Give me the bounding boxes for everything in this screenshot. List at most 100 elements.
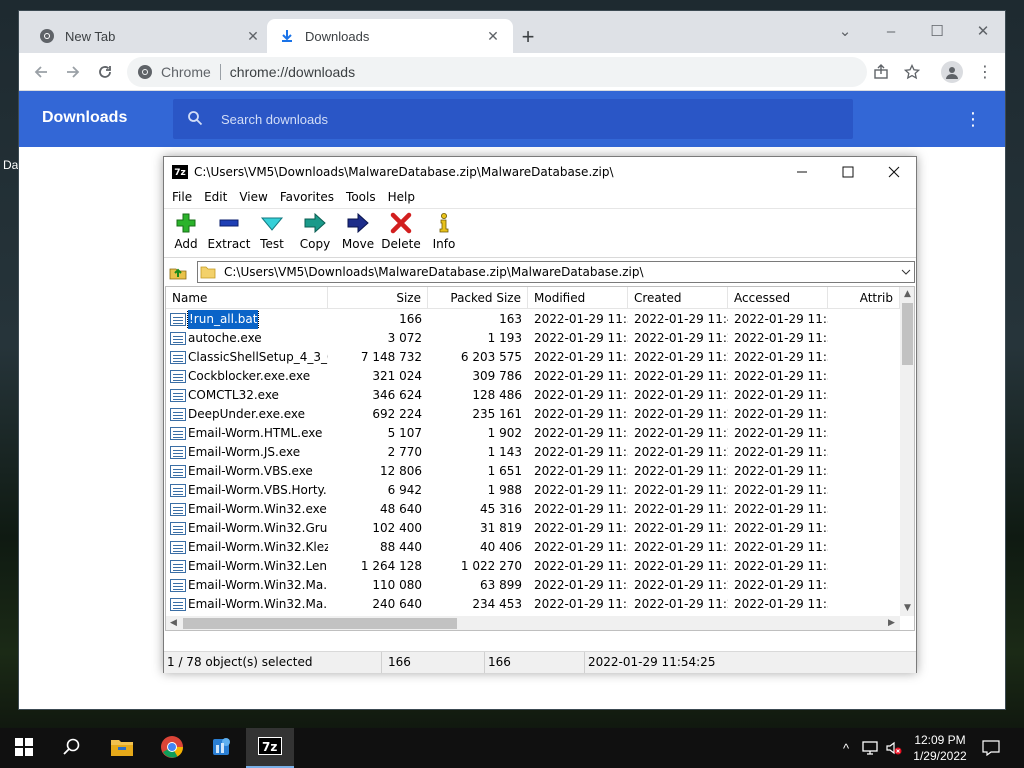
tray-chevron-icon[interactable]: ^ — [836, 738, 856, 758]
start-button[interactable] — [0, 728, 48, 768]
profile-avatar[interactable] — [940, 60, 964, 84]
cell-name[interactable]: Email-Worm.JS.exe — [166, 443, 328, 462]
column-created[interactable]: Created — [628, 287, 728, 309]
info-button[interactable]: Info — [422, 211, 466, 257]
file-row[interactable]: Email-Worm.Win32.Len... 1 264 128 1 022 27… — [166, 557, 900, 576]
file-row[interactable]: Cockblocker.exe.exe 321 024 309 786 2022-01… — [166, 367, 900, 386]
file-row[interactable]: COMCTL32.exe 346 624 128 486 2022-01-29 11:… — [166, 386, 900, 405]
bookmark-star-icon[interactable] — [900, 60, 924, 84]
folder-up-icon[interactable] — [168, 262, 188, 282]
cell-name[interactable]: Email-Worm.Win32.Ma... — [166, 576, 328, 595]
file-row[interactable]: Email-Worm.VBS.exe 12 806 1 651 2022-01-29 … — [166, 462, 900, 481]
status-bar: 1 / 78 object(s) selected 166 166 2022-0… — [164, 651, 916, 673]
file-row[interactable]: Email-Worm.HTML.exe 5 107 1 902 2022-01-29 … — [166, 424, 900, 443]
extract-button[interactable]: Extract — [207, 211, 251, 257]
notification-icon[interactable] — [980, 736, 1002, 760]
file-explorer[interactable] — [98, 728, 146, 768]
vertical-scrollbar[interactable]: ▲ ▼ — [900, 287, 914, 616]
scroll-right-icon[interactable]: ▶ — [884, 616, 899, 630]
move-button[interactable]: Move — [336, 211, 380, 257]
cell-name[interactable]: Email-Worm.VBS.Horty.... — [166, 481, 328, 500]
cell-name[interactable]: DeepUnder.exe.exe — [166, 405, 328, 424]
cell-name[interactable]: Email-Worm.Win32.Len... — [166, 557, 328, 576]
app-button[interactable] — [198, 728, 246, 768]
forward-arrow-icon[interactable] — [61, 60, 85, 84]
cell-name[interactable]: Email-Worm.Win32.exe — [166, 500, 328, 519]
cell-modified: 2022-01-29 11:54 — [534, 312, 628, 326]
menu-file[interactable]: File — [166, 190, 198, 204]
file-row[interactable]: ClassicShellSetup_4_3_0.... 7 148 732 6 20… — [166, 348, 900, 367]
scroll-thumb[interactable] — [183, 618, 457, 629]
maximize-button[interactable]: ☐ — [917, 17, 957, 45]
minimize-button[interactable]: – — [871, 17, 911, 45]
file-row[interactable]: Email-Worm.VBS.Horty.... 6 942 1 988 2022-0… — [166, 481, 900, 500]
chevron-down-icon[interactable] — [898, 267, 914, 278]
7zip-window: 7z C:\Users\VM5\Downloads\MalwareDatabas… — [163, 156, 917, 673]
cell-name[interactable]: Email-Worm.Win32.Ma... — [166, 595, 328, 614]
close-window-button[interactable] — [871, 157, 917, 187]
column-packed-size[interactable]: Packed Size — [428, 287, 528, 309]
add-button[interactable]: Add — [164, 211, 208, 257]
menu-tools[interactable]: Tools — [340, 190, 382, 204]
cell-name[interactable]: ClassicShellSetup_4_3_0.... — [166, 348, 328, 367]
file-row[interactable]: Email-Worm.Win32.Gru... 102 400 31 819 2022… — [166, 519, 900, 538]
column-name[interactable]: Name — [166, 287, 328, 309]
column-size[interactable]: Size — [328, 287, 428, 309]
file-row[interactable]: !run_all.bat 166 163 2022-01-29 11:54 2022-0… — [166, 310, 900, 329]
delete-button[interactable]: Delete — [379, 211, 423, 257]
address-bar[interactable]: Chrome chrome://downloads — [127, 57, 867, 87]
path-field[interactable]: C:\Users\VM5\Downloads\MalwareDatabase.z… — [197, 261, 915, 283]
reload-icon[interactable] — [93, 60, 117, 84]
menu-favorites[interactable]: Favorites — [274, 190, 340, 204]
desktop-icon-fragment[interactable]: Da — [0, 140, 18, 180]
file-row[interactable]: Email-Worm.Win32.exe 48 640 45 316 2022-01-… — [166, 500, 900, 519]
list-header: Name Size Packed Size Modified Created A… — [166, 287, 900, 309]
file-row[interactable]: DeepUnder.exe.exe 692 224 235 161 2022-01-2… — [166, 405, 900, 424]
cell-name[interactable]: !run_all.bat — [166, 310, 328, 329]
scroll-down-icon[interactable]: ▼ — [900, 601, 914, 616]
copy-button[interactable]: Copy — [293, 211, 337, 257]
tab-search-icon[interactable]: ⌄ — [825, 17, 865, 45]
file-row[interactable]: Email-Worm.Win32.Ma... 110 080 63 899 2022-… — [166, 576, 900, 595]
cell-name[interactable]: autoche.exe — [166, 329, 328, 348]
7zip-app[interactable]: 7z — [246, 728, 294, 768]
chrome-app[interactable] — [148, 728, 196, 768]
maximize-button[interactable] — [825, 157, 871, 187]
file-row[interactable]: Email-Worm.JS.exe 2 770 1 143 2022-01-29 11… — [166, 443, 900, 462]
horizontal-scrollbar[interactable]: ◀ ▶ — [166, 616, 900, 630]
column-accessed[interactable]: Accessed — [728, 287, 828, 309]
cell-name[interactable]: Cockblocker.exe.exe — [166, 367, 328, 386]
new-tab-button[interactable]: + — [517, 26, 539, 49]
test-button[interactable]: Test — [250, 211, 294, 257]
column-attrib[interactable]: Attrib — [828, 287, 900, 309]
search-downloads-field[interactable]: Search downloads — [173, 99, 853, 139]
cell-name[interactable]: Email-Worm.VBS.exe — [166, 462, 328, 481]
cell-name[interactable]: Email-Worm.Win32.Klez... — [166, 538, 328, 557]
cell-name[interactable]: Email-Worm.Win32.Gru... — [166, 519, 328, 538]
scroll-left-icon[interactable]: ◀ — [166, 616, 181, 630]
cell-name[interactable]: COMCTL32.exe — [166, 386, 328, 405]
system-clock[interactable]: 12:09 PM 1/29/2022 — [900, 732, 980, 764]
file-row[interactable]: autoche.exe 3 072 1 193 2022-01-29 11:39 202… — [166, 329, 900, 348]
search-button[interactable] — [48, 728, 96, 768]
file-row[interactable]: Email-Worm.Win32.Klez... 88 440 40 406 2022… — [166, 538, 900, 557]
tab-new-tab[interactable]: New Tab ✕ — [27, 19, 273, 53]
chrome-menu-icon[interactable]: ⋮ — [973, 60, 997, 84]
close-window-button[interactable]: ✕ — [963, 17, 1003, 45]
minimize-button[interactable] — [779, 157, 825, 187]
network-icon[interactable] — [860, 738, 880, 758]
scroll-thumb[interactable] — [902, 303, 913, 365]
column-modified[interactable]: Modified — [528, 287, 628, 309]
share-icon[interactable] — [869, 60, 893, 84]
close-tab-icon[interactable]: ✕ — [245, 28, 261, 44]
file-row[interactable]: Email-Worm.Win32.Ma... 240 640 234 453 2022… — [166, 595, 900, 614]
back-arrow-icon[interactable] — [29, 60, 53, 84]
downloads-menu-icon[interactable]: ⋮ — [963, 109, 983, 129]
menu-help[interactable]: Help — [382, 190, 421, 204]
menu-view[interactable]: View — [233, 190, 273, 204]
scroll-up-icon[interactable]: ▲ — [900, 287, 914, 302]
tab-downloads[interactable]: Downloads ✕ — [267, 19, 513, 53]
close-tab-icon[interactable]: ✕ — [485, 28, 501, 44]
cell-name[interactable]: Email-Worm.HTML.exe — [166, 424, 328, 443]
menu-edit[interactable]: Edit — [198, 190, 233, 204]
